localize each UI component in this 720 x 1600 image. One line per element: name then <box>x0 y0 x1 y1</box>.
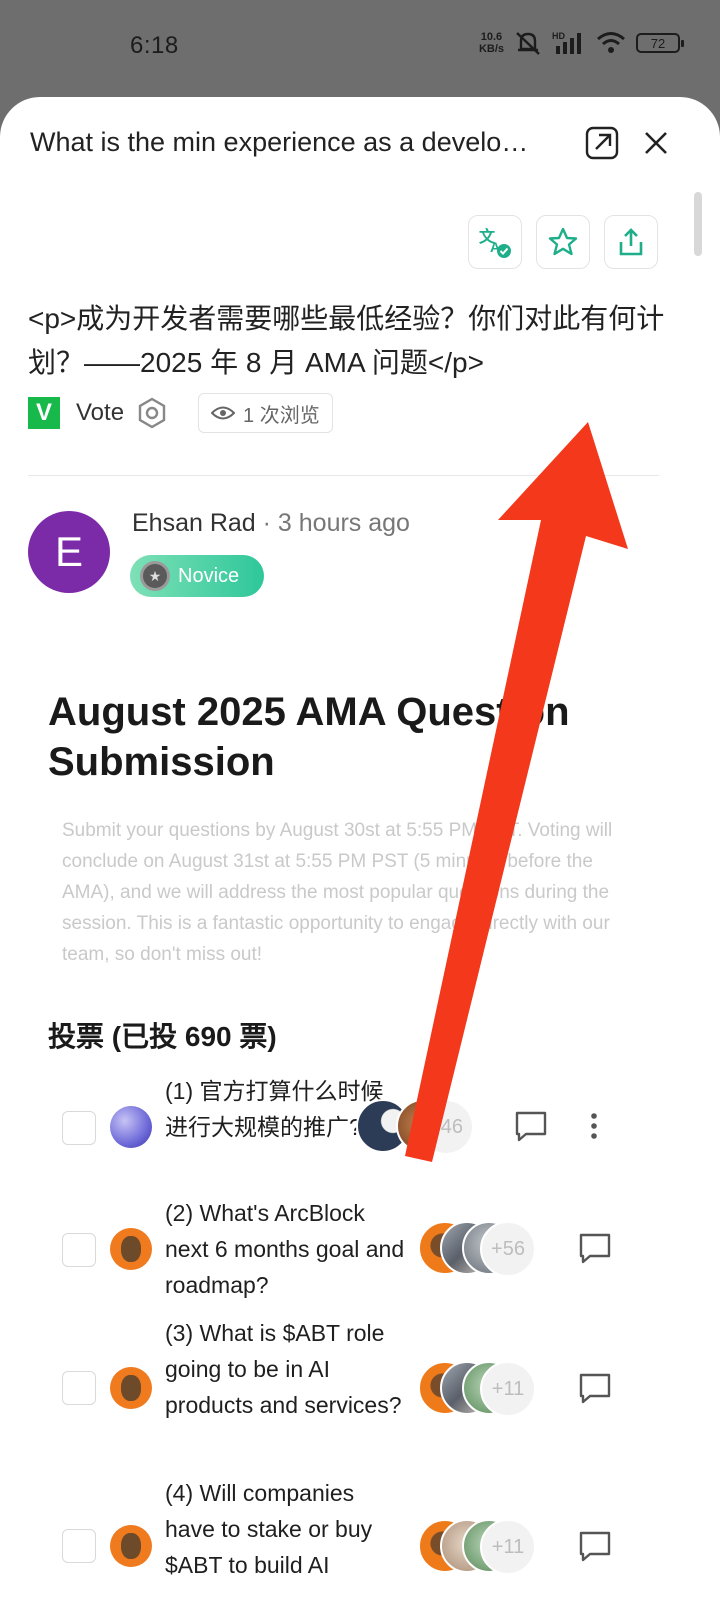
comment-icon[interactable] <box>578 1529 612 1563</box>
eye-icon <box>211 406 236 420</box>
svg-text:HD: HD <box>552 31 565 41</box>
vote-logo: V <box>28 397 60 429</box>
status-time: 6:18 <box>130 32 179 59</box>
vote-checkbox[interactable] <box>62 1529 96 1563</box>
voter-more-count: +46 <box>418 1099 474 1155</box>
vote-item-text[interactable]: (4) Will companies have to stake or buy … <box>165 1475 405 1583</box>
voter-more-count: +11 <box>480 1361 536 1417</box>
submitter-avatar[interactable] <box>110 1525 152 1567</box>
translate-icon: 文 A <box>479 227 511 258</box>
vote-checkbox[interactable] <box>62 1111 96 1145</box>
author-separator: · <box>255 509 278 537</box>
signal-icon: HD <box>552 31 581 54</box>
vote-item: (1) 官方打算什么时候进行大规模的推广? +46 <box>0 1063 720 1179</box>
status-bar: 6:18 10.6 KB/s HD 72 <box>0 0 720 96</box>
open-external-icon[interactable] <box>584 125 620 161</box>
views-label: 1 次浏览 <box>243 404 320 427</box>
voter-more-count: +11 <box>480 1519 536 1575</box>
author-name[interactable]: Ehsan Rad <box>132 509 256 537</box>
votes-heading: 投票 (已投 690 票) <box>48 1021 277 1052</box>
vote-item-text[interactable]: (2) What's ArcBlock next 6 months goal a… <box>165 1195 405 1303</box>
post-meta: V Vote 1 次浏览 <box>28 393 333 433</box>
status-icons: 10.6 KB/s HD 72 <box>478 30 684 56</box>
voter-avatars[interactable]: +46 <box>356 1099 476 1155</box>
share-icon <box>619 228 643 256</box>
submitter-avatar[interactable] <box>110 1367 152 1409</box>
sheet-title: What is the min experience as a develo… <box>30 127 529 157</box>
vote-item: (4) Will companies have to stake or buy … <box>0 1471 720 1600</box>
voter-more-count: +56 <box>480 1221 536 1277</box>
vote-item-text[interactable]: (3) What is $ABT role going to be in AI … <box>165 1315 405 1423</box>
author-line: Ehsan Rad · 3 hours ago <box>132 509 410 538</box>
share-button[interactable] <box>604 215 658 269</box>
post-time: 3 hours ago <box>277 509 410 537</box>
vote-checkbox[interactable] <box>62 1233 96 1267</box>
content-heading: August 2025 AMA Question Submission <box>48 690 570 784</box>
submitter-avatar[interactable] <box>110 1106 152 1148</box>
hexagon-settings-icon[interactable] <box>136 397 168 429</box>
voter-avatars[interactable]: +11 <box>418 1519 538 1575</box>
divider <box>28 475 659 476</box>
submitter-avatar[interactable] <box>110 1228 152 1270</box>
star-icon <box>548 227 578 256</box>
translate-button[interactable]: 文 A <box>468 215 522 269</box>
voter-avatars[interactable]: +56 <box>418 1221 538 1277</box>
battery-indicator: 72 <box>636 33 684 53</box>
badge-label: Novice <box>178 564 240 587</box>
vote-checkbox[interactable] <box>62 1371 96 1405</box>
post-title: <p>成为开发者需要哪些最低经验？你们对此有何计划？——2025 年 8 月 A… <box>28 303 665 378</box>
comment-icon[interactable] <box>578 1371 612 1405</box>
favorite-button[interactable] <box>536 215 590 269</box>
vote-category-link[interactable]: Vote <box>76 399 124 427</box>
wifi-icon <box>597 32 625 53</box>
post-actions: 文 A <box>468 215 658 269</box>
comment-icon[interactable] <box>578 1231 612 1265</box>
sheet-header: What is the min experience as a develo… <box>0 97 720 187</box>
author-badge: ★ Novice <box>130 555 264 597</box>
content-description: Submit your questions by August 30st at … <box>62 820 613 965</box>
scrollbar[interactable] <box>694 192 702 256</box>
comment-icon[interactable] <box>514 1109 548 1143</box>
views-count: 1 次浏览 <box>198 393 333 433</box>
network-speed: 10.6 KB/s <box>478 31 504 55</box>
medal-icon: ★ <box>140 561 170 591</box>
post-sheet: What is the min experience as a develo… … <box>0 97 720 1600</box>
more-options-icon[interactable] <box>584 1109 604 1143</box>
close-icon[interactable] <box>638 125 674 161</box>
vote-item: (2) What's ArcBlock next 6 months goal a… <box>0 1187 720 1303</box>
voter-avatars[interactable]: +11 <box>418 1361 538 1417</box>
vote-item: (3) What is $ABT role going to be in AI … <box>0 1311 720 1461</box>
mute-alarm-icon <box>516 32 540 55</box>
author-avatar[interactable]: E <box>28 511 110 593</box>
